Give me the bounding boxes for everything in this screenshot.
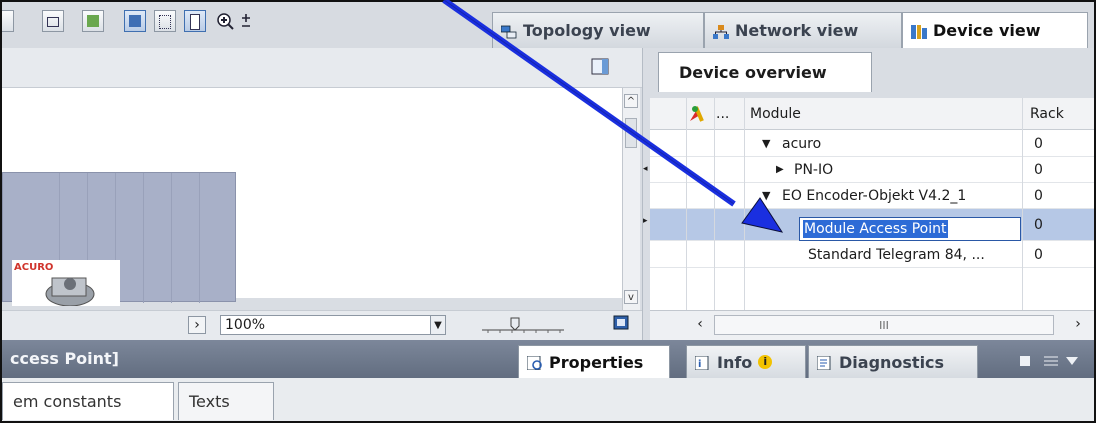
expand-icon[interactable]: ▼	[762, 183, 770, 208]
scroll-right-button[interactable]: ›	[1070, 316, 1086, 334]
expand-icon[interactable]: ▶	[776, 157, 784, 182]
tab-label: Diagnostics	[839, 352, 945, 372]
zoom-slider[interactable]	[478, 314, 568, 336]
table-header: ... Module Rack	[650, 98, 1094, 130]
collapse-right-icon[interactable]: ▸	[643, 216, 649, 234]
tab-properties[interactable]: Properties	[518, 345, 670, 378]
tab-label: Properties	[549, 352, 644, 372]
rack-slot-divider	[171, 173, 172, 303]
name-tag-icon	[87, 15, 99, 27]
tab-label: Topology view	[523, 21, 651, 40]
table-row[interactable]: Standard Telegram 84, ... 0	[650, 242, 1094, 268]
tab-info[interactable]: i Info i	[686, 345, 806, 378]
tab-label: Info	[717, 352, 753, 372]
show-names-button[interactable]	[82, 10, 104, 32]
show-view-button[interactable]	[124, 10, 146, 32]
diagnostics-icon	[816, 355, 833, 371]
rack-cell: 0	[1034, 187, 1043, 204]
panel-icon	[591, 58, 609, 75]
module-cell: Standard Telegram 84, ...	[808, 246, 985, 263]
rack-cell: 0	[1034, 216, 1043, 233]
page-break-button[interactable]	[184, 10, 206, 32]
overview-icon	[613, 315, 629, 330]
horizontal-scroll-thumb[interactable]: III	[714, 315, 1054, 335]
zoom-dropdown-button[interactable]: ▼	[430, 315, 446, 335]
module-cell: EO Encoder-Objekt V4.2_1	[782, 187, 967, 204]
inspector-window-controls[interactable]	[1018, 352, 1088, 370]
zoom-in-icon	[217, 13, 250, 30]
column-divider	[744, 98, 745, 310]
table-row[interactable]: ▼ EO Encoder-Objekt V4.2_1 0	[650, 183, 1094, 209]
fit-width-icon	[47, 17, 59, 27]
grid-icon	[159, 15, 171, 29]
zoom-level-field[interactable]: 100%	[220, 315, 442, 335]
svg-text:i: i	[698, 359, 701, 370]
tools-icon	[690, 105, 704, 122]
expand-icon[interactable]: ▼	[762, 131, 770, 156]
tia-portal-window: Topology view Network view Device view A…	[0, 0, 1096, 423]
zoom-in-button[interactable]	[216, 12, 256, 32]
scroll-right-button[interactable]: ›	[188, 316, 206, 334]
inspector-title: ccess Point]	[10, 349, 119, 368]
tab-label: Network view	[735, 21, 859, 40]
tab-topology-view[interactable]: Topology view	[492, 12, 704, 48]
topology-icon	[500, 24, 517, 38]
window-controls-icon	[1020, 356, 1078, 366]
panel-splitter[interactable]: ◂ ▸	[642, 48, 650, 340]
scroll-down-button[interactable]: v	[624, 290, 638, 304]
tab-diagnostics[interactable]: Diagnostics	[808, 345, 978, 378]
device-icon	[911, 24, 927, 39]
subtab-texts[interactable]: Texts	[178, 382, 274, 420]
rack-cell: 0	[1034, 161, 1043, 178]
module-cell: acuro	[782, 135, 822, 152]
encoder-device-image[interactable]: ACURO	[12, 260, 120, 307]
column-divider	[686, 98, 687, 310]
table-row[interactable]: ▼ acuro 0	[650, 131, 1094, 157]
header-status-icon-cell[interactable]	[686, 98, 716, 129]
header-rack[interactable]: Rack	[1030, 98, 1090, 129]
info-badge-icon: i	[758, 355, 773, 369]
network-icon	[713, 24, 729, 39]
scroll-up-button[interactable]: ^	[624, 94, 638, 108]
page-icon	[190, 14, 200, 30]
eye-pen-icon	[129, 15, 141, 27]
module-name-selected-text[interactable]: Module Access Point	[803, 220, 948, 238]
table-row[interactable]: ▶ PN-IO 0	[650, 157, 1094, 183]
tab-device-overview[interactable]: Device overview	[658, 52, 872, 92]
module-cell: PN-IO	[794, 161, 834, 178]
properties-icon	[526, 355, 543, 371]
overview-toggle-button[interactable]	[612, 314, 630, 332]
fit-width-button[interactable]	[42, 10, 64, 32]
device-logo: ACURO	[14, 262, 54, 273]
info-icon: i	[694, 355, 711, 371]
tab-device-view[interactable]: Device view	[902, 12, 1088, 48]
header-module[interactable]: Module	[750, 98, 1022, 129]
slider-track-icon	[482, 317, 564, 333]
rack-cell: 0	[1034, 135, 1043, 152]
panel-toggle-button[interactable]	[590, 56, 612, 78]
scroll-thumb[interactable]	[625, 118, 637, 148]
rack-slot-divider	[199, 173, 200, 303]
toolbar-button-partial[interactable]	[2, 10, 14, 32]
scroll-left-button[interactable]: ‹	[692, 316, 708, 334]
grid-button[interactable]	[154, 10, 176, 32]
tab-label: Device view	[933, 21, 1041, 40]
collapse-left-icon[interactable]: ◂	[643, 164, 649, 182]
editor-toolbar	[2, 48, 647, 88]
column-divider	[1022, 98, 1023, 310]
rack-slot-divider	[143, 173, 144, 303]
header-dots[interactable]: ...	[716, 98, 742, 129]
tab-network-view[interactable]: Network view	[704, 12, 902, 48]
subtab-system-constants[interactable]: em constants	[2, 382, 174, 420]
rack-cell: 0	[1034, 246, 1043, 263]
column-divider	[714, 98, 715, 310]
